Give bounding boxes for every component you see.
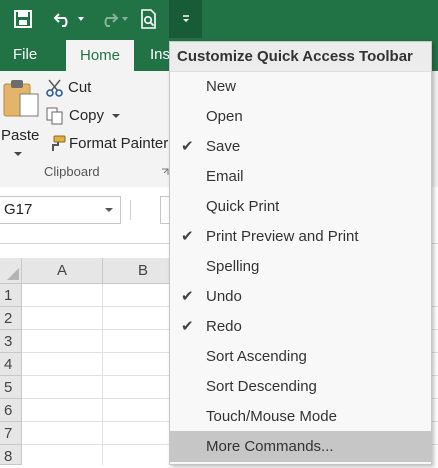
cut-label: Cut	[68, 79, 92, 96]
row-header-1[interactable]: 1	[0, 284, 22, 307]
menu-item-label: Open	[206, 108, 243, 125]
menu-item-new[interactable]: New	[170, 72, 431, 102]
checkmark-icon: ✔	[181, 318, 194, 335]
paste-button[interactable]: Paste	[0, 76, 40, 158]
formula-bar-divider	[130, 200, 131, 220]
name-box-value: G17	[4, 201, 33, 218]
menu-item-label: Print Preview and Print	[206, 228, 359, 245]
menu-item-email[interactable]: Email	[170, 162, 431, 192]
paste-dropdown-icon[interactable]	[14, 152, 22, 156]
menu-item-label: Quick Print	[206, 198, 280, 215]
menu-item-spelling[interactable]: Spelling	[170, 252, 431, 282]
copy-button[interactable]: Copy	[46, 105, 124, 127]
row-header-7[interactable]: 7	[0, 422, 22, 445]
undo-qat-button[interactable]	[46, 0, 90, 38]
customize-qat-button[interactable]	[169, 0, 202, 38]
menu-item-label: Sort Ascending	[206, 348, 307, 365]
clipboard-paste-icon	[3, 80, 39, 117]
copy-dropdown-icon[interactable]	[112, 114, 120, 118]
menu-item-label: Undo	[206, 288, 242, 305]
save-icon	[14, 10, 32, 28]
row-header-5[interactable]: 5	[0, 376, 22, 399]
dialog-launcher-icon[interactable]	[161, 168, 169, 176]
menu-item-sort-descending[interactable]: Sort Descending	[170, 372, 431, 402]
checkmark-icon: ✔	[181, 228, 194, 245]
menu-item-sort-ascending[interactable]: Sort Ascending	[170, 342, 431, 372]
quick-access-toolbar	[0, 0, 438, 38]
copy-icon	[46, 107, 63, 125]
print-preview-qat-button[interactable]	[134, 0, 164, 38]
checkmark-icon: ✔	[181, 288, 194, 305]
customize-qat-menu: Customize Quick Access Toolbar New Open …	[169, 41, 432, 465]
menu-item-save[interactable]: ✔ Save	[170, 132, 431, 162]
row-header-8[interactable]: 8	[0, 445, 22, 465]
row-header-2[interactable]: 2	[0, 307, 22, 330]
row-header-6[interactable]: 6	[0, 399, 22, 422]
menu-item-label: New	[206, 78, 237, 95]
format-painter-label: Format Painter	[69, 135, 169, 152]
print-preview-icon	[141, 9, 156, 29]
tab-home[interactable]: Home	[66, 40, 134, 71]
menu-item-undo[interactable]: ✔ Undo	[170, 282, 431, 312]
menu-item-label: Save	[206, 138, 241, 155]
customize-dropdown-icon	[182, 15, 189, 22]
name-box[interactable]: G17	[0, 196, 121, 224]
redo-icon	[104, 13, 118, 27]
menu-item-label: Redo	[206, 318, 242, 335]
paste-label: Paste	[1, 127, 40, 144]
undo-icon	[53, 13, 67, 27]
undo-dropdown-caret-icon	[77, 17, 84, 21]
menu-item-more-commands[interactable]: More Commands...	[170, 431, 431, 462]
row-header-4[interactable]: 4	[0, 353, 22, 376]
format-painter-icon	[52, 135, 66, 151]
column-header-a[interactable]: A	[22, 258, 103, 284]
menu-item-label: Touch/Mouse Mode	[206, 408, 337, 425]
name-box-dropdown-icon[interactable]	[105, 208, 113, 212]
menu-item-label: More Commands...	[206, 438, 334, 455]
grid-line	[102, 284, 103, 465]
scissors-icon	[46, 79, 63, 97]
menu-item-label: Spelling	[206, 258, 260, 275]
select-all-triangle-icon	[7, 268, 19, 280]
menu-item-redo[interactable]: ✔ Redo	[170, 312, 431, 342]
row-header-3[interactable]: 3	[0, 330, 22, 353]
menu-item-open[interactable]: Open	[170, 102, 431, 132]
copy-label: Copy	[69, 107, 105, 124]
menu-item-quick-print[interactable]: Quick Print	[170, 192, 431, 222]
cut-button[interactable]: Cut	[46, 77, 106, 99]
menu-item-label: Email	[206, 168, 244, 185]
menu-title: Customize Quick Access Toolbar	[170, 42, 431, 72]
checkmark-icon: ✔	[181, 138, 194, 155]
redo-qat-button[interactable]	[92, 0, 132, 38]
menu-item-touch-mouse-mode[interactable]: Touch/Mouse Mode	[170, 402, 431, 432]
menu-item-label: Sort Descending	[206, 378, 317, 395]
save-qat-button[interactable]	[6, 0, 40, 38]
format-painter-button[interactable]: Format Painter	[46, 133, 168, 155]
clipboard-group-label: Clipboard	[44, 164, 100, 179]
select-all-corner[interactable]	[0, 258, 22, 284]
redo-dropdown-caret-icon	[121, 17, 128, 21]
tab-file[interactable]: File	[0, 38, 50, 71]
menu-item-print-preview[interactable]: ✔ Print Preview and Print	[170, 222, 431, 252]
